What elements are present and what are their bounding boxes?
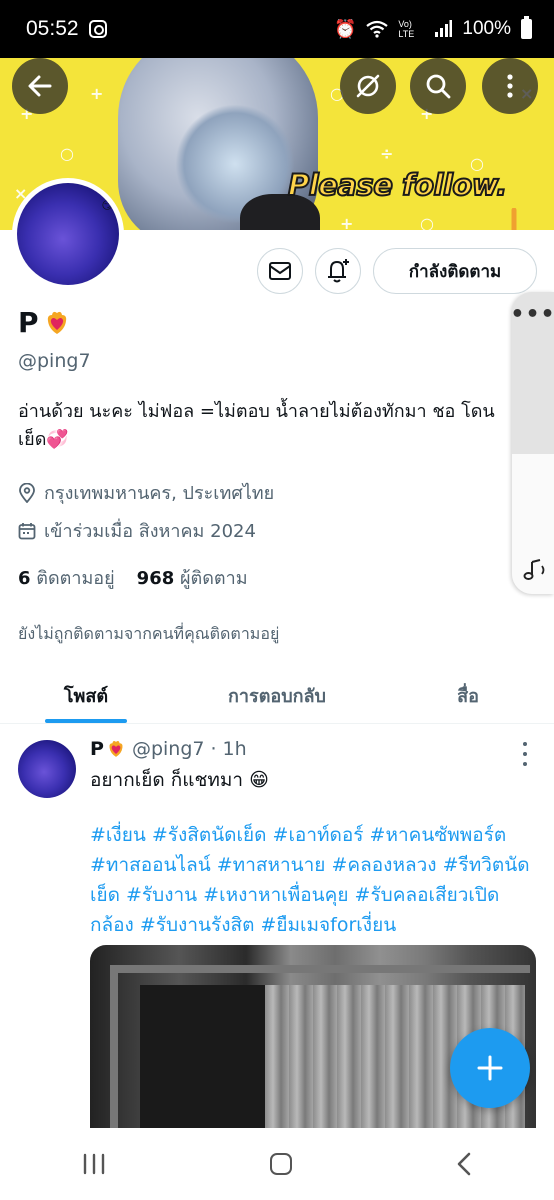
side-panel-more-icon[interactable]: ••• <box>510 292 554 454</box>
arrow-left-icon <box>28 75 52 97</box>
profile-name-row: P <box>18 306 71 339</box>
more-vertical-icon <box>507 74 513 98</box>
status-time: 05:52 <box>26 17 79 40</box>
instagram-notification-icon <box>88 20 107 38</box>
music-note-icon[interactable] <box>522 558 548 582</box>
post-author-name: P <box>90 738 104 760</box>
side-panel-media-area <box>512 454 554 594</box>
search-icon <box>426 74 451 99</box>
search-button[interactable] <box>410 58 466 114</box>
heart-on-fire-icon <box>109 741 123 757</box>
more-options-button[interactable] <box>482 58 538 114</box>
followers-count-link[interactable]: 968 ผู้ติดตาม <box>137 563 248 592</box>
tab-replies[interactable]: การตอบกลับ <box>172 668 382 723</box>
post-text: อยากเย็ด ก็แชทมา 😁 <box>90 769 269 791</box>
android-navigation-bar <box>0 1128 554 1200</box>
status-bar: 05:52 ⏰ Vo) LTE 100% <box>0 0 554 58</box>
home-icon[interactable] <box>269 1153 292 1175</box>
location-pin-icon <box>19 482 35 503</box>
wifi-icon <box>366 20 389 38</box>
mute-button[interactable] <box>340 58 396 114</box>
back-nav-icon[interactable] <box>455 1152 473 1176</box>
post-time: · 1h <box>210 738 247 760</box>
battery-percent: 100% <box>462 18 511 39</box>
following-button[interactable]: กำลังติดตาม <box>373 248 537 294</box>
message-button[interactable] <box>257 248 303 294</box>
post-author-avatar[interactable] <box>18 740 76 798</box>
profile-location: กรุงเทพมหานคร, ประเทศไทย <box>44 483 275 504</box>
calendar-icon <box>18 522 36 539</box>
plus-icon <box>477 1055 503 1081</box>
post-more-dot <box>523 742 527 746</box>
eye-slash-icon <box>356 74 380 98</box>
tab-posts-label: โพสต์ <box>63 686 109 707</box>
tab-media-label: สื่อ <box>457 686 479 707</box>
following-count-link[interactable]: 6 ติดตามอยู่ <box>18 563 115 592</box>
post-hashtags[interactable]: #เงี่ยน #รังสิตนัดเย็ด #เอาท์ดอร์ #หาคนซ… <box>90 820 535 940</box>
signal-icon <box>435 20 453 37</box>
profile-joined-row: เข้าร่วมเมื่อ สิงหาคม 2024 <box>18 516 256 545</box>
status-right: ⏰ Vo) LTE 100% <box>333 16 532 40</box>
tab-media[interactable]: สื่อ <box>382 668 554 723</box>
following-label: ติดตามอยู่ <box>36 568 115 589</box>
following-count: 6 <box>18 568 31 589</box>
heart-on-fire-icon <box>47 311 66 334</box>
media-dark-area <box>140 985 270 1145</box>
bell-plus-icon <box>328 259 349 283</box>
post-author-handle[interactable]: @ping7 <box>132 738 205 760</box>
alarm-icon: ⏰ <box>333 18 357 39</box>
follow-counts: 6 ติดตามอยู่ 968 ผู้ติดตาม <box>18 563 248 592</box>
followers-label: ผู้ติดตาม <box>179 568 248 589</box>
envelope-icon <box>269 262 291 280</box>
post-more-dot <box>523 752 527 756</box>
arrow-down-icon <box>511 208 517 230</box>
post-author-name-row[interactable]: P <box>90 738 126 760</box>
profile-handle: @ping7 <box>18 350 91 372</box>
battery-icon <box>521 16 532 39</box>
post-more-button[interactable] <box>520 742 530 766</box>
notifications-button[interactable] <box>315 248 361 294</box>
profile-name: P <box>18 306 39 339</box>
recent-apps-icon[interactable] <box>81 1153 107 1175</box>
profile-location-row: กรุงเทพมหานคร, ประเทศไทย <box>18 478 274 507</box>
network-type: Vo) LTE <box>398 19 415 39</box>
back-button[interactable] <box>12 58 68 114</box>
post-header: P @ping7 · 1h <box>90 738 247 760</box>
followers-count: 968 <box>136 568 175 589</box>
floating-side-panel[interactable]: ••• <box>510 292 554 594</box>
compose-post-button[interactable] <box>450 1028 530 1108</box>
banner-overlay-text: Please follow. <box>287 167 508 203</box>
profile-avatar[interactable] <box>12 178 124 290</box>
tab-posts[interactable]: โพสต์ <box>0 668 172 723</box>
profile-bio: อ่านด้วย นะคะ ไม่ฟอล =ไม่ตอบ น้ำลายไม่ต้… <box>18 401 495 450</box>
profile-tabs: โพสต์ การตอบกลับ สื่อ <box>0 668 554 724</box>
avatar-image <box>17 183 119 285</box>
profile-joined-date: เข้าร่วมเมื่อ สิงหาคม 2024 <box>44 521 256 542</box>
post-more-dot <box>523 762 527 766</box>
tab-replies-label: การตอบกลับ <box>228 686 326 707</box>
not-followed-notice: ยังไม่ถูกติดตามจากคนที่คุณติดตามอยู่ <box>18 624 280 643</box>
